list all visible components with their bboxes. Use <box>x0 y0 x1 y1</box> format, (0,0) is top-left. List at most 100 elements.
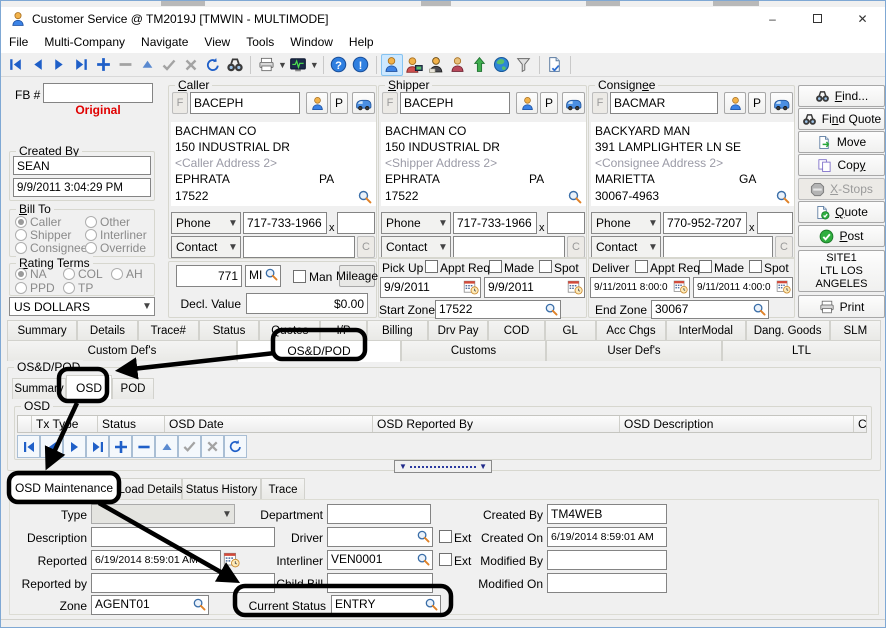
customer-pc-icon[interactable] <box>403 54 425 76</box>
consignee-phone-type-select[interactable]: Phone▼ <box>591 212 661 234</box>
post-button[interactable]: Post <box>798 225 885 247</box>
decl-value-input[interactable] <box>246 293 368 314</box>
caller-phone-input[interactable] <box>243 212 327 234</box>
tab-customs[interactable]: Customs <box>401 340 546 361</box>
menu-window[interactable]: Window <box>282 32 341 52</box>
row-selector-column[interactable] <box>18 416 32 432</box>
site-button[interactable]: SITE1 LTL LOS ANGELES <box>798 250 885 292</box>
pickup-spot-checkbox[interactable] <box>539 260 552 273</box>
first-record-icon[interactable] <box>4 54 26 76</box>
tab-custom-defs[interactable]: Custom Def's <box>7 340 237 361</box>
up-icon[interactable] <box>136 54 158 76</box>
quote-button[interactable]: Quote <box>798 201 885 223</box>
rating-ah-radio[interactable] <box>111 268 123 280</box>
consignee-p-button[interactable]: P <box>748 92 766 114</box>
caller-truck-button[interactable] <box>352 92 375 114</box>
bill-to-shipper-radio[interactable] <box>15 229 27 241</box>
tab-cod[interactable]: COD <box>488 320 544 340</box>
rating-na-radio[interactable] <box>15 268 27 280</box>
monitor-dropdown-icon[interactable]: ▼ <box>310 60 319 70</box>
tab-osd[interactable]: OSD <box>66 375 112 399</box>
deliver-date-from-field[interactable]: 9/11/2011 8:00:0 <box>590 277 690 298</box>
consignee-phone-ext-input[interactable] <box>757 212 793 234</box>
bill-to-override-radio[interactable] <box>85 242 97 254</box>
menu-help[interactable]: Help <box>341 32 382 52</box>
add-record-icon[interactable] <box>109 435 132 458</box>
shipper-truck-button[interactable] <box>562 92 585 114</box>
caller-phone-ext-input[interactable] <box>337 212 375 234</box>
zone-lookup-icon[interactable] <box>192 597 207 612</box>
find-button[interactable]: Find... <box>798 85 885 107</box>
bill-to-consignee-radio[interactable] <box>15 242 27 254</box>
print-button[interactable]: Print <box>798 295 885 318</box>
add-record-icon[interactable] <box>92 54 114 76</box>
tab-details[interactable]: Details <box>77 320 138 340</box>
dispatch-person-icon[interactable] <box>425 54 447 76</box>
zone-lookup-icon[interactable] <box>752 302 767 317</box>
rating-col-radio[interactable] <box>63 268 75 280</box>
calendar-icon[interactable] <box>567 279 583 295</box>
distance-input[interactable] <box>176 265 242 287</box>
tab-status-history[interactable]: Status History <box>182 478 261 500</box>
tab-ltl[interactable]: LTL <box>722 340 881 361</box>
previous-record-icon[interactable] <box>40 435 63 458</box>
end-zone-field[interactable]: 30067 <box>651 300 769 319</box>
tab-load-details[interactable]: Load Details <box>119 478 182 500</box>
col-osd-date[interactable]: OSD Date <box>165 416 373 432</box>
man-checkbox[interactable] <box>293 270 306 283</box>
caller-code-input[interactable] <box>190 92 300 114</box>
caller-address2-placeholder[interactable]: <Caller Address 2> <box>175 156 277 170</box>
current-status-field[interactable]: ENTRY <box>331 595 441 615</box>
shipper-phone-type-select[interactable]: Phone▼ <box>381 212 451 234</box>
type-select[interactable]: ▼ <box>91 504 235 524</box>
consignee-contact-input[interactable] <box>663 236 773 258</box>
cancel-icon[interactable] <box>180 54 202 76</box>
col-c[interactable]: C <box>854 416 866 432</box>
caller-p-button[interactable]: P <box>330 92 348 114</box>
caller-contact-input[interactable] <box>243 236 355 258</box>
close-button[interactable]: ✕ <box>840 12 885 26</box>
reported-input[interactable] <box>91 550 221 570</box>
menu-view[interactable]: View <box>196 32 238 52</box>
delete-record-icon[interactable] <box>114 54 136 76</box>
shipper-contact-type-select[interactable]: Contact▼ <box>381 236 451 258</box>
pickup-date-to-field[interactable]: 9/9/2011 <box>484 277 585 298</box>
pickup-appt-req-checkbox[interactable] <box>425 260 438 273</box>
x-stops-button[interactable]: X-Stops <box>798 178 885 200</box>
consignee-code-input[interactable] <box>610 92 718 114</box>
tab-intermodal[interactable]: InterModal <box>666 320 745 340</box>
created-by-user-field[interactable] <box>13 156 151 175</box>
col-osd-reported-by[interactable]: OSD Reported By <box>373 416 620 432</box>
caller-phone-type-select[interactable]: Phone▼ <box>171 212 241 234</box>
current-status-lookup-icon[interactable] <box>424 597 439 612</box>
cancel-icon[interactable] <box>201 435 224 458</box>
start-zone-field[interactable]: 17522 <box>435 300 561 319</box>
refresh-icon[interactable] <box>202 54 224 76</box>
caller-contact-type-select[interactable]: Contact▼ <box>171 236 241 258</box>
previous-record-icon[interactable] <box>26 54 48 76</box>
tab-ip[interactable]: I/P <box>320 320 367 340</box>
tab-osd-maintenance[interactable]: OSD Maintenance <box>9 475 119 500</box>
shipper-phone-ext-input[interactable] <box>547 212 585 234</box>
monitor-icon[interactable] <box>287 54 309 76</box>
deliver-spot-checkbox[interactable] <box>749 260 762 273</box>
rating-ppd-radio[interactable] <box>15 282 27 294</box>
refresh-icon[interactable] <box>224 435 247 458</box>
tab-osd-pod[interactable]: OS&D/POD <box>237 340 401 362</box>
splitter-handle[interactable]: ▼ ▼ <box>394 460 492 473</box>
zone-field[interactable]: AGENT01 <box>91 595 209 615</box>
about-icon[interactable] <box>350 54 372 76</box>
tab-drv-pay[interactable]: Drv Pay <box>428 320 489 340</box>
created-by-input[interactable] <box>547 504 667 524</box>
fb-input[interactable] <box>43 83 153 103</box>
customer-service-icon[interactable] <box>381 54 403 76</box>
print-dropdown-icon[interactable]: ▼ <box>278 60 287 70</box>
up-icon[interactable] <box>155 435 178 458</box>
menu-multi-company[interactable]: Multi-Company <box>36 32 133 52</box>
consignee-person-button[interactable] <box>724 92 746 114</box>
tab-status[interactable]: Status <box>199 320 260 340</box>
currency-select[interactable]: US DOLLARS ▼ <box>9 297 155 316</box>
next-record-icon[interactable] <box>48 54 70 76</box>
accept-icon[interactable] <box>158 54 180 76</box>
minimize-button[interactable]: – <box>750 12 795 26</box>
